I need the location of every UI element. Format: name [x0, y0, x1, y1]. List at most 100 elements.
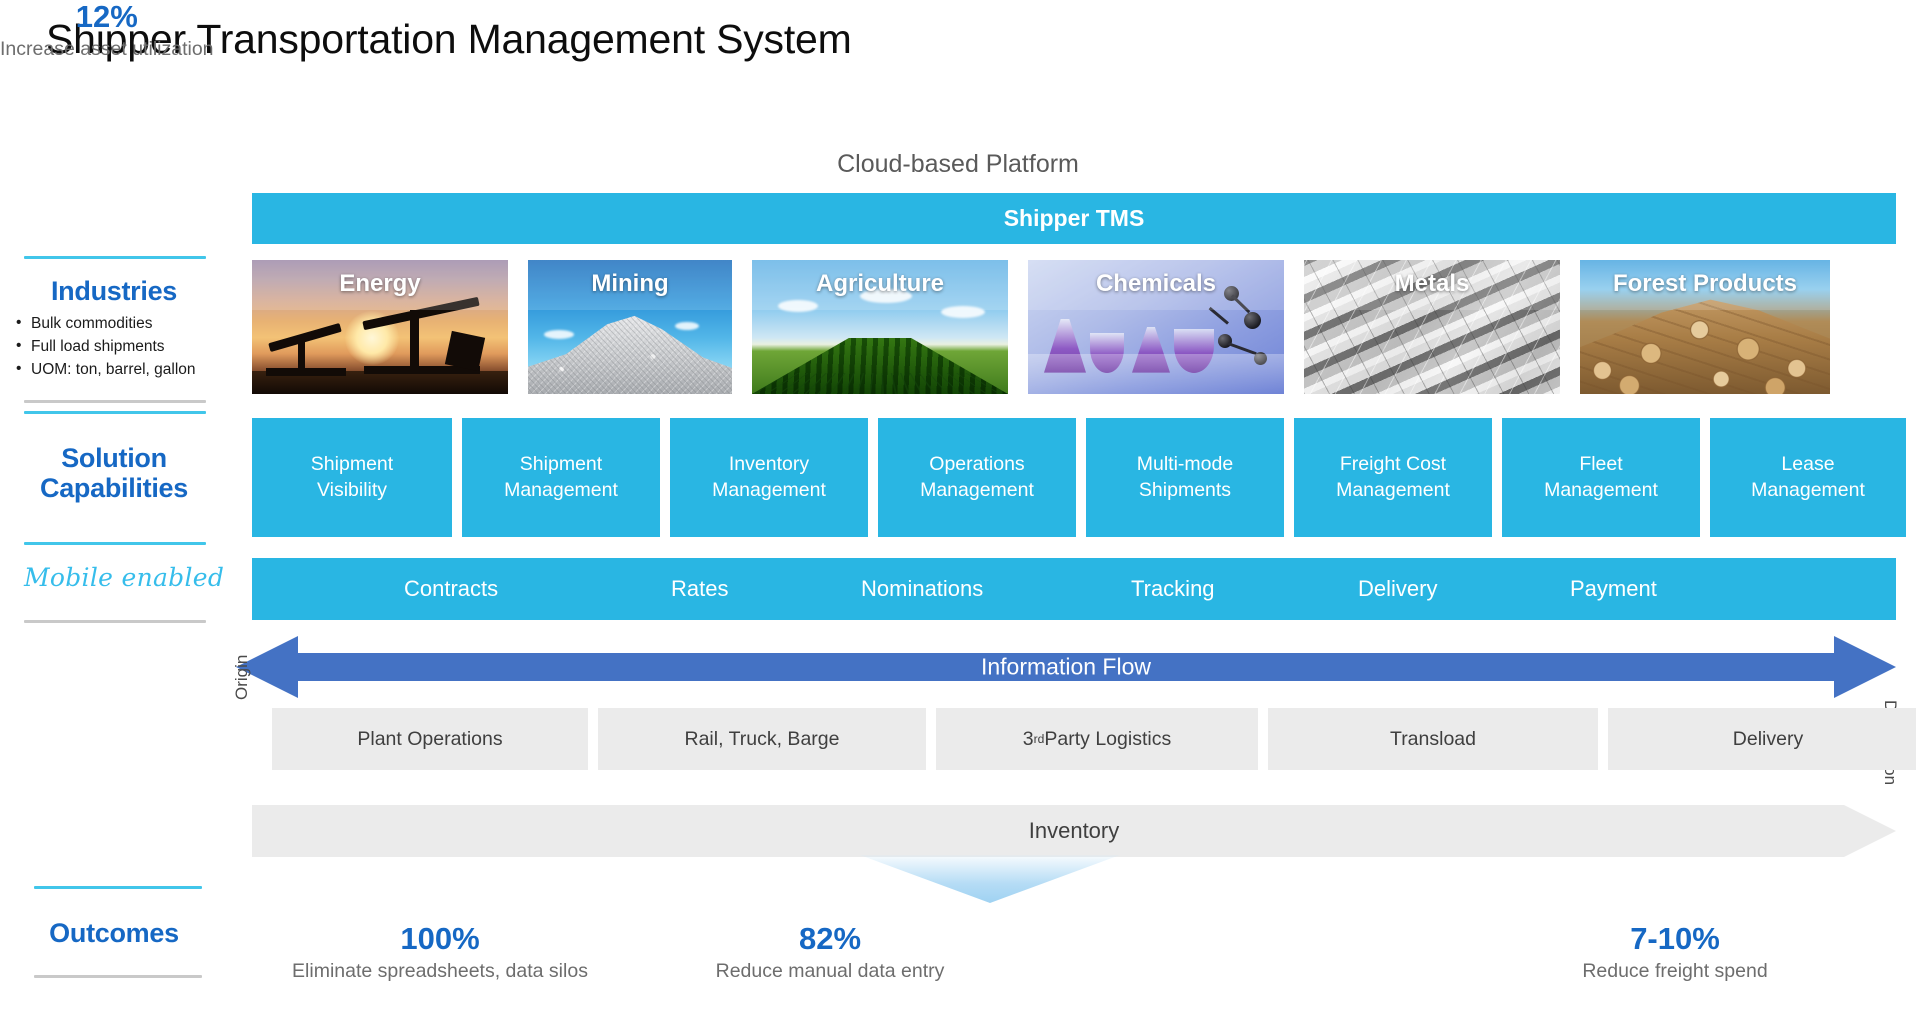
cloud-shape [544, 329, 575, 339]
stage-plant-operations[interactable]: Plant Operations [272, 708, 588, 770]
process-step-nominations[interactable]: Nominations [861, 576, 983, 602]
outcome-description: Eliminate spreadsheets, data silos [292, 960, 588, 983]
derrick-post [410, 310, 419, 370]
process-step-delivery[interactable]: Delivery [1358, 576, 1437, 602]
derrick-counterweight [444, 330, 486, 372]
capability-inventory-management[interactable]: Inventory Management [670, 418, 868, 537]
mobile-divider-top [24, 542, 206, 545]
industry-label-chemicals: Chemicals [1095, 270, 1217, 297]
molecule-node [1244, 312, 1261, 329]
inventory-label: Inventory [1028, 818, 1120, 843]
solution-heading-line2: Capabilities [40, 473, 188, 504]
outcome-description: Increase asset utilization [0, 38, 214, 61]
capability-line1: Shipment [519, 452, 603, 475]
industry-label-agriculture: Agriculture [815, 270, 944, 297]
process-step-tracking[interactable]: Tracking [1131, 576, 1215, 602]
stage-delivery[interactable]: Delivery [1608, 708, 1916, 770]
stage-3rd-superscript: rd [1033, 732, 1045, 746]
industries-bullets: Bulk commodities Full load shipments UOM… [14, 312, 226, 382]
reflection-overlay [1028, 353, 1284, 394]
industries-bullet: UOM: ton, barrel, gallon [14, 358, 226, 382]
capability-line1: Lease [1781, 452, 1835, 475]
capability-shipment-management[interactable]: Shipment Management [462, 418, 660, 537]
industries-bullet: Bulk commodities [14, 312, 226, 336]
industries-divider-top [24, 256, 206, 259]
cloud-shape [674, 321, 699, 330]
outcome-value: 12% [75, 0, 138, 34]
process-bar: Contracts Rates Nominations Tracking Del… [252, 558, 1896, 620]
capability-line1: Freight Cost [1339, 452, 1447, 475]
capability-line1: Shipment [310, 452, 394, 475]
outcome-eliminate-spreadsheets: 100% Eliminate spreadsheets, data silos [260, 921, 620, 983]
capability-line2: Management [1336, 478, 1450, 501]
industry-label-energy: Energy [339, 270, 421, 297]
process-step-rates[interactable]: Rates [671, 576, 728, 602]
inventory-down-arrow [860, 855, 1120, 903]
stage-transload[interactable]: Transload [1268, 708, 1598, 770]
outcome-reduce-freight-spend: 7-10% Reduce freight spend [1540, 921, 1810, 983]
stage-third-party-logistics[interactable]: 3rd Party Logistics [936, 708, 1258, 770]
industry-tile-metals[interactable]: Metals [1304, 260, 1560, 394]
capability-fleet-management[interactable]: Fleet Management [1502, 418, 1700, 537]
industry-tiles: Energy Mining Agriculture Chemicals Meta… [252, 260, 1830, 394]
capability-line2: Shipments [1138, 478, 1232, 501]
industry-tile-agriculture[interactable]: Agriculture [752, 260, 1008, 394]
solution-capabilities-heading: Solution Capabilities [8, 443, 220, 503]
outcome-increase-asset-utilization: 12% Increase asset utilization [0, 0, 214, 61]
outcome-description: Reduce freight spend [1582, 960, 1768, 983]
capability-line2: Management [712, 478, 826, 501]
capability-line2: Management [504, 478, 618, 501]
capability-line1: Fleet [1579, 452, 1623, 475]
outcome-description: Reduce manual data entry [715, 960, 945, 983]
derrick-base [266, 368, 346, 376]
capability-line2: Management [1751, 478, 1865, 501]
mobile-enabled-label: Mobile enabled [24, 563, 225, 592]
outcome-value: 7-10% [1630, 921, 1720, 956]
outcome-value: 82% [798, 921, 862, 956]
gravel-texture [528, 315, 732, 394]
capability-freight-cost-management[interactable]: Freight Cost Management [1294, 418, 1492, 537]
shipper-tms-label: Shipper TMS [1003, 205, 1145, 231]
solution-heading-line1: Solution [61, 443, 167, 473]
capability-line2: Management [1544, 478, 1658, 501]
crop-rows [752, 372, 1008, 394]
stage-3rd-prefix: 3 [1022, 727, 1034, 750]
outcomes-divider-top [34, 886, 202, 889]
process-step-contracts[interactable]: Contracts [404, 576, 498, 602]
industry-label-mining: Mining [591, 270, 669, 297]
information-flow-label: Information Flow [980, 653, 1151, 680]
capability-operations-management[interactable]: Operations Management [878, 418, 1076, 537]
capability-line2: Management [920, 478, 1034, 501]
solution-divider-top [24, 411, 206, 414]
outcomes-heading: Outcomes [49, 918, 179, 948]
supply-chain-stages: Plant Operations Rail, Truck, Barge 3rd … [272, 708, 1916, 770]
industries-bullet: Full load shipments [14, 335, 226, 359]
industry-tile-forest-products[interactable]: Forest Products [1580, 260, 1830, 394]
derrick-post [298, 336, 305, 372]
industry-tile-mining[interactable]: Mining [528, 260, 732, 394]
capability-line1: Inventory [728, 452, 810, 475]
capability-shipment-visibility[interactable]: Shipment Visibility [252, 418, 452, 537]
process-step-payment[interactable]: Payment [1570, 576, 1657, 602]
derrick-beam [268, 322, 342, 353]
inventory-bar: Inventory [252, 805, 1896, 857]
cloud-platform-caption: Cloud-based Platform [837, 150, 1079, 178]
capability-multi-mode-shipments[interactable]: Multi-mode Shipments [1086, 418, 1284, 537]
shipper-tms-bar[interactable]: Shipper TMS [252, 193, 1896, 244]
industry-label-forest-products: Forest Products [1612, 270, 1798, 297]
industry-tile-chemicals[interactable]: Chemicals [1028, 260, 1284, 394]
outcome-reduce-manual-entry: 82% Reduce manual data entry [670, 921, 990, 983]
solution-capability-boxes: Shipment Visibility Shipment Management … [252, 418, 1906, 537]
outcome-value: 100% [400, 921, 480, 956]
capability-line1: Operations [929, 452, 1025, 475]
outcomes-divider-bottom [34, 975, 202, 978]
capability-lease-management[interactable]: Lease Management [1710, 418, 1906, 537]
mobile-divider-bottom [24, 620, 206, 623]
stage-3rd-rest: Party Logistics [1044, 727, 1172, 750]
industry-tile-energy[interactable]: Energy [252, 260, 508, 394]
capability-line2: Visibility [316, 478, 388, 501]
stage-rail-truck-barge[interactable]: Rail, Truck, Barge [598, 708, 926, 770]
industry-label-metals: Metals [1394, 270, 1470, 297]
capability-line1: Multi-mode [1136, 452, 1234, 475]
industries-heading: Industries [50, 276, 178, 306]
